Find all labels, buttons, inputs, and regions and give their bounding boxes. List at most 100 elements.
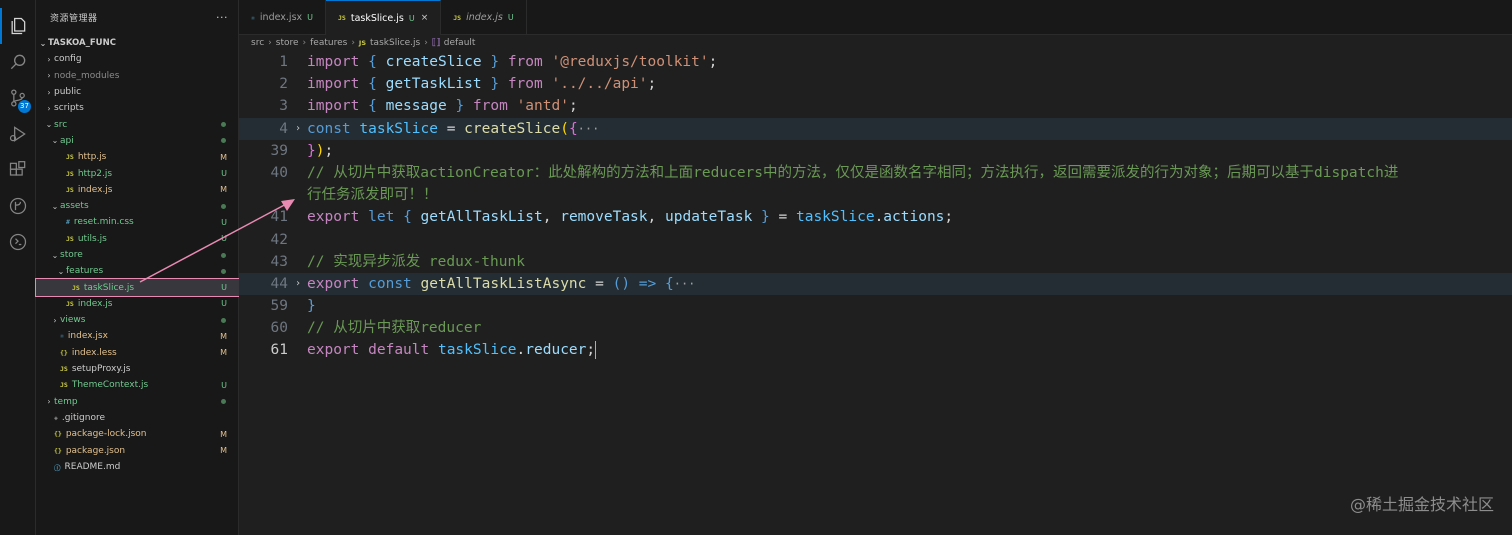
file-tree: ⌄ TASKOA_FUNC › config › node_modules › publi… <box>35 35 240 475</box>
breadcrumb-item[interactable]: features <box>310 38 347 48</box>
tree-file[interactable]: JS ThemeContext.js U <box>36 377 239 393</box>
code-line: 40 // 从切片中获取actionCreator：此处解构的方法和上面reduc… <box>239 162 1512 184</box>
tree-folder[interactable]: › node_modules <box>36 68 239 84</box>
breadcrumb-separator-icon: › <box>424 38 428 48</box>
code-line: 59} <box>239 295 1512 317</box>
less-file-icon: {} <box>60 348 68 357</box>
tab-label: taskSlice.js <box>350 12 404 24</box>
tree-folder[interactable]: ⌄ store <box>36 247 239 263</box>
project-root[interactable]: ⌄ TASKOA_FUNC <box>36 35 239 51</box>
line-number: 1 <box>279 54 288 70</box>
tree-file[interactable]: JS utils.js U <box>36 231 239 247</box>
tree-file[interactable]: ⓘ README.md <box>36 459 239 475</box>
source-control-icon[interactable]: 37 <box>0 80 36 116</box>
comment: // 从切片中获取actionCreator：此处解构的方法和上面reducer… <box>307 164 1399 181</box>
modified-dot <box>221 203 226 209</box>
js-file-icon: JS <box>358 39 367 47</box>
code-line: 4 › const taskSlice = createSlice({··· <box>239 117 1512 140</box>
tree-folder[interactable]: › config <box>36 51 239 67</box>
tree-file[interactable]: JS http2.js U <box>36 165 239 181</box>
line-number: 3 <box>279 98 288 115</box>
tree-item-label: .gitignore <box>61 412 105 423</box>
code-view[interactable]: 1 import { createSlice } from '@reduxjs/t… <box>239 51 1512 362</box>
tree-folder[interactable]: ⌄ assets <box>36 198 239 214</box>
git-status-badge: M <box>220 185 227 195</box>
js-file-icon: JS <box>72 283 80 292</box>
tree-file[interactable]: ⚛ index.jsx M <box>36 328 239 344</box>
tab-index-js[interactable]: JS index.js U <box>441 0 527 35</box>
tree-item-label: package-lock.json <box>65 429 147 440</box>
tree-file[interactable]: {} package.json M <box>36 442 239 458</box>
remote-icon[interactable] <box>0 224 36 260</box>
code-line-wrap: 行任务派发即可！！ <box>239 184 1512 206</box>
run-debug-icon[interactable] <box>0 116 36 152</box>
chevron-right-icon: › <box>53 315 57 325</box>
fold-chevron-icon[interactable]: › <box>295 273 301 295</box>
tree-item-label: scripts <box>54 103 84 114</box>
breadcrumb-item[interactable]: src <box>251 38 264 48</box>
tab-index-jsx[interactable]: ⚛ index.jsx U <box>239 0 327 35</box>
string-literal: '../../api' <box>551 76 648 93</box>
js-file-icon: JS <box>338 14 346 22</box>
string-literal: '@reduxjs/toolkit' <box>551 54 709 70</box>
explorer-icon[interactable] <box>0 8 36 44</box>
tree-item-label: views <box>60 315 86 326</box>
tree-file[interactable]: ◈ .gitignore <box>36 410 239 426</box>
extensions-icon[interactable] <box>0 152 36 188</box>
line-number: 43 <box>270 253 288 270</box>
tree-folder[interactable]: › public <box>36 84 239 100</box>
js-file-icon: JS <box>66 169 74 178</box>
tree-folder[interactable]: ⌄ api <box>36 133 239 149</box>
tree-file[interactable]: JS taskSlice.js U <box>35 278 240 297</box>
tree-item-label: reset.min.css <box>73 217 134 228</box>
chevron-down-icon: ⌄ <box>51 136 59 146</box>
fold-chevron-icon[interactable]: › <box>295 118 301 140</box>
breadcrumb: src › store › features › JS taskSlice.js › ⟦⟧ defa… <box>239 35 1512 51</box>
symbol-variable-icon: ⟦⟧ <box>431 38 441 48</box>
tree-folder[interactable]: › views <box>36 312 239 328</box>
editor-area: ⚛ index.jsx U JS taskSlice.js U × JS index.js U s… <box>239 0 1512 535</box>
git-status-badge: M <box>220 331 227 341</box>
git-status-badge: U <box>221 234 227 244</box>
tree-folder[interactable]: › temp <box>36 394 239 410</box>
chevron-right-icon: › <box>47 71 51 81</box>
tree-file[interactable]: # reset.min.css U <box>36 214 239 230</box>
code-line: 60 // 从切片中获取reducer <box>239 317 1512 339</box>
js-file-icon: JS <box>66 153 74 162</box>
tab-status: U <box>307 13 314 22</box>
tree-item-label: index.jsx <box>67 331 108 342</box>
activity-bar: 37 <box>0 0 36 535</box>
tree-file[interactable]: JS http.js M <box>36 149 239 165</box>
line-number: 4 <box>279 120 288 137</box>
tree-folder[interactable]: ⌄ src <box>36 116 239 132</box>
tree-item-label: src <box>54 119 68 130</box>
code-line: 43 // 实现异步派发 redux-thunk <box>239 251 1512 273</box>
js-file-icon: JS <box>60 381 68 390</box>
tree-file[interactable]: {} package-lock.json M <box>36 426 239 442</box>
git-file-icon: ◈ <box>54 413 58 422</box>
js-file-icon: JS <box>66 299 74 308</box>
breadcrumb-item[interactable]: taskSlice.js <box>370 38 420 48</box>
tree-folder[interactable]: › scripts <box>36 100 239 116</box>
search-icon[interactable] <box>0 44 36 80</box>
tree-item-label: features <box>66 266 104 277</box>
tree-file[interactable]: JS setupProxy.js <box>36 361 239 377</box>
more-actions-icon[interactable]: ··· <box>216 11 228 24</box>
chevron-down-icon: ⌄ <box>51 201 59 211</box>
tab-taskSlice-js[interactable]: JS taskSlice.js U × <box>326 0 442 35</box>
tree-file[interactable]: JS index.js M <box>36 182 239 198</box>
breadcrumb-item[interactable]: store <box>276 38 299 48</box>
tree-item-label: assets <box>60 201 89 212</box>
code-line: 3 import { message } from 'antd'; <box>239 95 1512 117</box>
tree-folder[interactable]: ⌄ features <box>36 263 239 279</box>
breadcrumb-item[interactable]: default <box>444 38 476 48</box>
tree-item-label: temp <box>54 396 78 407</box>
git-graph-icon[interactable] <box>0 188 36 224</box>
line-number: 60 <box>270 320 288 337</box>
breadcrumb-separator-icon: › <box>302 38 307 48</box>
close-icon[interactable]: × <box>421 13 429 23</box>
text-cursor <box>595 341 597 360</box>
tree-file[interactable]: {} index.less M <box>36 345 239 361</box>
tab-label: index.js <box>466 12 503 23</box>
tree-file[interactable]: JS index.js U <box>36 296 239 312</box>
